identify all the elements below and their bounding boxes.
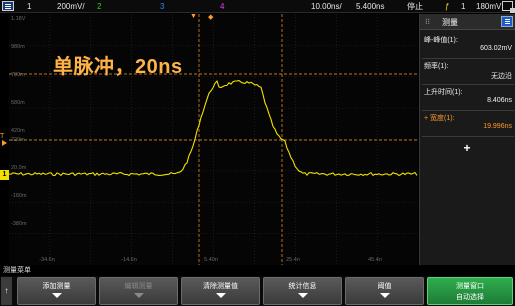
delay-readout[interactable]: 5.400ns	[356, 2, 384, 11]
y-tick-label: 220m	[11, 137, 25, 143]
chevron-down-icon	[297, 293, 308, 298]
softkey-label: 统计信息	[288, 283, 317, 290]
window-resize-icon[interactable]	[502, 1, 515, 13]
y-tick-label: 420m	[11, 128, 25, 134]
y-tick-label: 780m	[11, 72, 25, 78]
x-tick-label: 5.40n	[204, 257, 218, 263]
statistics-softkey[interactable]: 统计信息	[263, 277, 342, 305]
softkey-sub-label: 自动选择	[456, 294, 484, 301]
x-tick-label: -14.6n	[121, 257, 137, 263]
softkey-label: 测量窗口	[456, 283, 484, 290]
ch4-label[interactable]: 4	[220, 2, 224, 11]
time-reference-marker: T	[0, 133, 5, 140]
y-tick-label: 20.0m	[11, 165, 27, 171]
ch1-trace	[9, 80, 418, 177]
measurement-value: 无边沿	[491, 73, 512, 80]
add-measurement-button[interactable]: +	[458, 142, 476, 154]
softkey-bar: ↑ 添加测量 编辑测量 清除测量值 统计信息 阈值 测量窗口 自动选择	[0, 276, 515, 306]
ch3-label[interactable]: 3	[160, 2, 164, 11]
measurement-item[interactable]: 上升时间(1): 8.406ns	[424, 87, 512, 104]
main-menu-icon[interactable]	[2, 1, 14, 11]
trigger-position-marker[interactable]: ▼	[190, 13, 197, 20]
chevron-down-icon	[379, 293, 390, 298]
annotation-title: 单脉冲，20ns	[53, 56, 183, 78]
measurement-name: 峰-峰值(1):	[424, 37, 458, 44]
trigger-level-marker[interactable]	[2, 140, 7, 146]
waveform-display[interactable]: 1.18V 980m 780m 580m 420m 220m 20.0m -18…	[9, 14, 418, 265]
add-measurement-softkey[interactable]: 添加测量	[17, 277, 96, 305]
measurement-item[interactable]: 峰-峰值(1): 603.02mV	[424, 35, 512, 52]
measurement-window-softkey[interactable]: 测量窗口 自动选择	[427, 277, 513, 305]
status-bar: 1 200mV/ 2 3 4 10.00ns/ 5.400ns 停止 ƒ 1 1…	[0, 0, 515, 13]
measurement-value: 8.406ns	[487, 97, 512, 104]
chevron-down-icon	[133, 293, 144, 298]
delay-marker[interactable]: ◆	[208, 13, 213, 21]
measurement-name: 上升时间(1):	[424, 89, 463, 96]
measurement-item[interactable]: 频率(1): 无边沿	[424, 61, 512, 81]
clear-measurements-softkey[interactable]: 清除测量值	[181, 277, 260, 305]
trigger-edge-icon: ƒ	[445, 2, 450, 11]
trigger-source[interactable]: 1	[461, 2, 465, 11]
measurement-value: 603.02mV	[480, 45, 512, 52]
measurement-value: 19.996ns	[483, 123, 512, 130]
y-tick-label: 1.18V	[11, 16, 26, 22]
ch1-ground-marker[interactable]: 1	[0, 170, 9, 180]
timebase-readout[interactable]: 10.00ns/	[311, 2, 342, 11]
y-tick-label: 580m	[11, 100, 25, 106]
divider	[422, 136, 514, 137]
y-tick-label: -380m	[11, 221, 27, 227]
measurement-name: + 宽度(1):	[424, 115, 455, 122]
y-tick-label: -180m	[11, 193, 27, 199]
divider	[422, 84, 514, 85]
trigger-level[interactable]: 180mV	[476, 2, 501, 11]
run-state: 停止	[407, 2, 423, 11]
x-tick-label: 45.4n	[368, 257, 382, 263]
panel-title: 测量	[442, 18, 458, 27]
measurement-panel: ⁝⁝ 测量 峰-峰值(1): 603.02mV 频率(1): 无边沿 上升时间(…	[419, 14, 515, 265]
softkey-menu-title: 测量菜单	[0, 266, 515, 276]
x-tick-label: -34.6n	[39, 257, 55, 263]
measurement-panel-header: ⁝⁝ 测量	[420, 14, 515, 30]
softkey-label: 添加测量	[42, 283, 71, 290]
ch1-scale[interactable]: 200mV/	[57, 2, 85, 11]
measurement-name: 频率(1):	[424, 63, 449, 70]
drag-handle-icon[interactable]: ⁝⁝	[425, 17, 430, 26]
x-tick-label: 25.4n	[286, 257, 300, 263]
panel-menu-icon[interactable]	[501, 16, 513, 27]
measurement-item-selected[interactable]: + 宽度(1): 19.996ns	[424, 113, 512, 130]
softkey-label: 编辑测量	[124, 283, 153, 290]
divider	[422, 58, 514, 59]
chevron-down-icon	[215, 293, 226, 298]
softkey-label: 阈值	[377, 283, 392, 290]
edit-measurement-softkey[interactable]: 编辑测量	[99, 277, 178, 305]
softkey-label: 清除测量值	[203, 283, 238, 290]
chevron-down-icon	[51, 293, 62, 298]
divider	[422, 110, 514, 111]
back-button[interactable]: ↑	[1, 277, 12, 305]
ch1-label[interactable]: 1	[27, 2, 31, 11]
ch2-label[interactable]: 2	[97, 2, 101, 11]
y-tick-label: 980m	[11, 44, 25, 50]
thresholds-softkey[interactable]: 阈值	[345, 277, 424, 305]
